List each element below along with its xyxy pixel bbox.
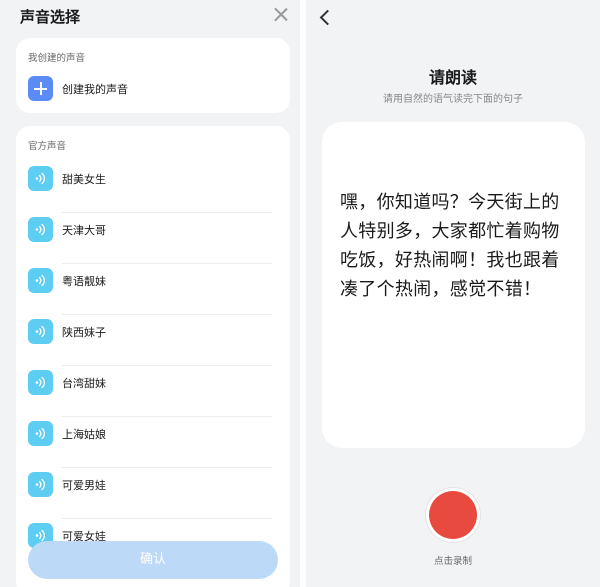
official-voices-section-label: 官方声音 [28, 141, 67, 152]
voice-item[interactable]: 粤语靓妹 [16, 264, 290, 315]
read-subtitle: 请用自然的语气读完下面的句子 [383, 94, 523, 105]
official-voices-card: 官方声音 甜美女生 天津大哥 粤语靓妹 陕西妹子 台湾甜妹 上海姑娘 可爱男娃 可爱女娃 [16, 126, 290, 587]
voice-item[interactable]: 可爱男娃 [16, 468, 290, 519]
sentence-card: 嘿，你知道吗？今天街上的人特别多，大家都忙着购物吃饭，好热闹啊！我也跟着凑了个热… [322, 122, 585, 448]
voice-item[interactable]: 天津大哥 [16, 213, 290, 264]
voice-item[interactable]: 上海姑娘 [16, 417, 290, 468]
voice-item-label: 上海姑娘 [62, 428, 106, 441]
sound-wave-icon [28, 268, 53, 293]
confirm-button[interactable]: 确认 [28, 541, 278, 579]
sound-wave-icon [28, 370, 53, 395]
my-voices-section-label: 我创建的声音 [28, 53, 86, 64]
my-voices-card: 我创建的声音 创建我的声音 [16, 38, 290, 113]
voice-item[interactable]: 台湾甜妹 [16, 366, 290, 417]
voice-item[interactable]: 陕西妹子 [16, 315, 290, 366]
plus-icon [28, 76, 53, 101]
sound-wave-icon [28, 166, 53, 191]
voice-item-label: 可爱男娃 [62, 479, 106, 492]
voice-select-panel: 声音选择 我创建的声音 创建我的声音 官方声音 甜美女生天津大哥粤语靓妹陕西妹子… [0, 0, 300, 587]
create-my-voice-label: 创建我的声音 [62, 83, 128, 96]
record-label: 点击录制 [433, 556, 472, 567]
voice-item-label: 台湾甜妹 [62, 377, 106, 390]
voice-item-label: 天津大哥 [62, 224, 106, 237]
read-sentence: 嘿，你知道吗？今天街上的人特别多，大家都忙着购物吃饭，好热闹啊！我也跟着凑了个热… [340, 192, 560, 300]
sound-wave-icon [28, 319, 53, 344]
voice-item-label: 粤语靓妹 [62, 275, 106, 288]
sound-wave-icon [28, 217, 53, 242]
read-aloud-panel: 请朗读 请用自然的语气读完下面的句子 嘿，你知道吗？今天街上的人特别多，大家都忙… [306, 0, 600, 587]
close-icon[interactable] [270, 4, 292, 26]
voice-item[interactable]: 甜美女生 [16, 162, 290, 213]
voice-item-label: 甜美女生 [62, 173, 106, 186]
panel-title: 声音选择 [20, 8, 81, 26]
voice-select-header: 声音选择 [0, 0, 300, 34]
sound-wave-icon [28, 421, 53, 446]
sound-wave-icon [28, 472, 53, 497]
chevron-left-icon[interactable] [316, 6, 336, 28]
official-voice-list: 甜美女生 天津大哥 粤语靓妹 陕西妹子 台湾甜妹 上海姑娘 可爱男娃 可爱女娃 [16, 162, 290, 570]
create-my-voice-button[interactable]: 创建我的声音 [28, 76, 278, 102]
record-button[interactable] [429, 491, 477, 539]
voice-item-label: 陕西妹子 [62, 326, 106, 339]
read-title: 请朗读 [428, 68, 477, 87]
